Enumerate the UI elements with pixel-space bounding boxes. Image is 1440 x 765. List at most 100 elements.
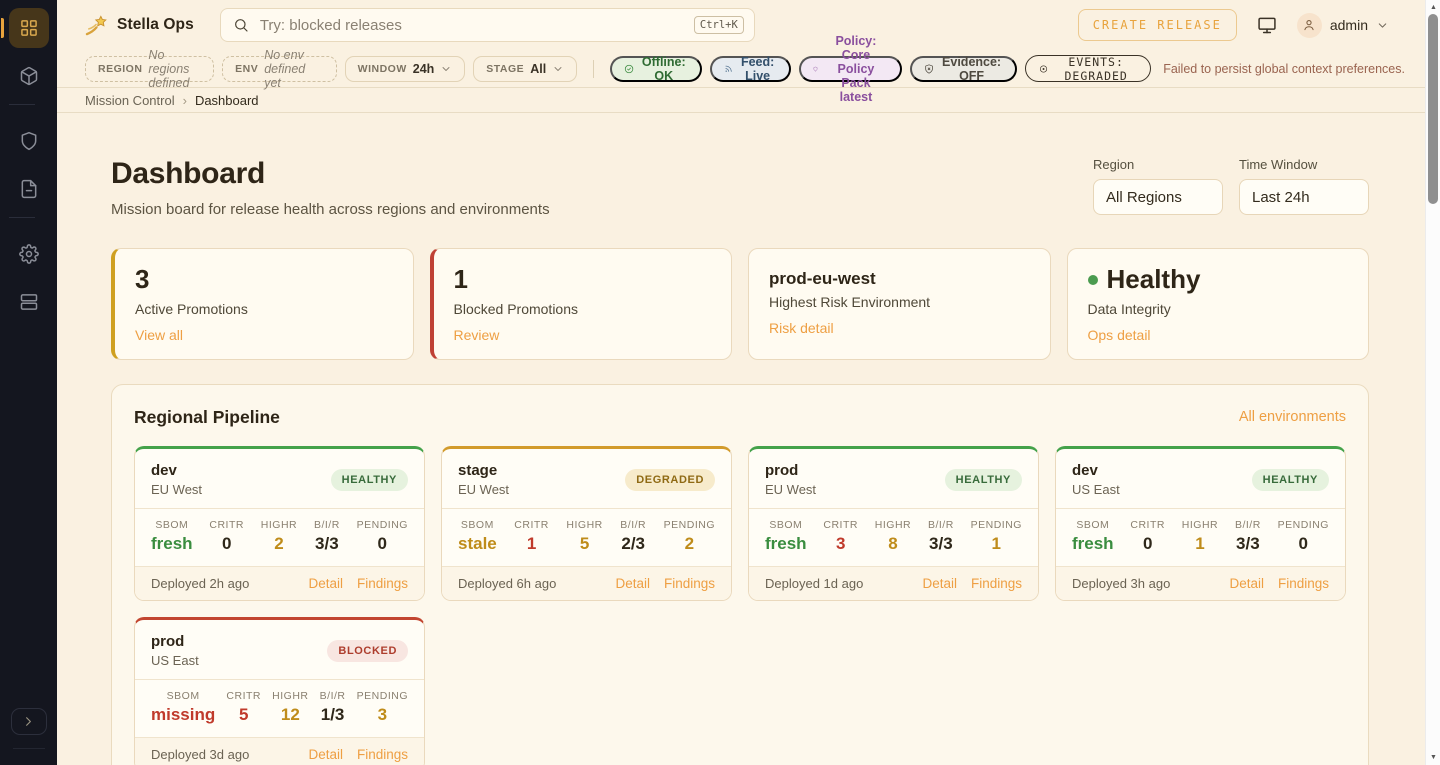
pipeline-stat-pending: PENDING1 (971, 519, 1022, 554)
display-toggle-button[interactable] (1257, 15, 1277, 35)
health-dot (1088, 275, 1098, 285)
stage-context-chip[interactable]: STAGE All (473, 56, 577, 82)
pipeline-stat-b-i-r: B/I/R2/3 (620, 519, 646, 554)
sidebar-item-dashboard[interactable] (9, 8, 49, 48)
pipeline-stat-critr: CRITR5 (226, 690, 261, 725)
review-link[interactable]: Review (454, 327, 500, 343)
pipeline-stat-critr: CRITR0 (209, 519, 244, 554)
region-context-chip[interactable]: REGION No regions defined (85, 56, 214, 82)
region-select[interactable]: All Regions (1093, 179, 1223, 215)
sidebar-expand-button[interactable] (11, 708, 47, 735)
main-area: Stella Ops Ctrl+K CREATE RELEASE admin R… (57, 0, 1425, 765)
brand[interactable]: Stella Ops (85, 14, 194, 37)
sidebar-item-releases[interactable] (9, 56, 49, 96)
view-all-link[interactable]: View all (135, 327, 183, 343)
stats-row: 3 Active Promotions View all 1 Blocked P… (111, 248, 1369, 360)
status-chip-feed[interactable]: Feed: Live (710, 56, 791, 82)
pipeline-card: stage EU West DEGRADED SBOMstaleCRITR1HI… (441, 446, 732, 601)
region-name: EU West (765, 482, 816, 497)
status-badge: HEALTHY (331, 469, 408, 491)
findings-link[interactable]: Findings (664, 576, 715, 591)
pipeline-stat-sbom: SBOMfresh (765, 519, 807, 554)
events-status-pill[interactable]: EVENTS: DEGRADED (1025, 55, 1151, 82)
env-context-chip[interactable]: ENV No env defined yet (222, 56, 337, 82)
panel-title: Regional Pipeline (134, 407, 280, 428)
pipeline-stat-pending: PENDING2 (664, 519, 715, 554)
environment-name: prod (151, 633, 199, 650)
sidebar-item-infrastructure[interactable] (9, 282, 49, 322)
findings-link[interactable]: Findings (357, 747, 408, 762)
rss-icon (724, 62, 733, 76)
page-title: Dashboard (111, 157, 550, 191)
stat-label: Highest Risk Environment (769, 294, 1030, 310)
scroll-up-arrow[interactable]: ▲ (1426, 4, 1440, 11)
pipeline-stat-b-i-r: B/I/R3/3 (928, 519, 954, 554)
detail-link[interactable]: Detail (308, 747, 343, 762)
sidebar-item-documents[interactable] (9, 169, 49, 209)
stat-label: Active Promotions (135, 301, 393, 317)
window-context-chip[interactable]: WINDOW 24h (345, 56, 466, 82)
detail-link[interactable]: Detail (308, 576, 343, 591)
search-icon (233, 17, 249, 33)
chevron-down-icon (1376, 19, 1389, 32)
detail-link[interactable]: Detail (922, 576, 957, 591)
pipeline-stat-highr: HIGHR8 (875, 519, 911, 554)
risk-detail-link[interactable]: Risk detail (769, 320, 834, 336)
card-links: Detail Findings (1229, 576, 1329, 591)
sidebar-item-security[interactable] (9, 121, 49, 161)
server-icon (19, 292, 39, 312)
status-chip-policy[interactable]: Policy: Core Policy Pack latest (799, 56, 902, 82)
stat-card-blocked-promotions: 1 Blocked Promotions Review (430, 248, 733, 360)
pipeline-stats: SBOMfreshCRITR3HIGHR8B/I/R3/3PENDING1 (749, 508, 1038, 566)
file-icon (19, 179, 39, 199)
pipeline-stat-b-i-r: B/I/R1/3 (320, 690, 346, 725)
ops-detail-link[interactable]: Ops detail (1088, 327, 1151, 343)
pipeline-stats: SBOMfreshCRITR0HIGHR2B/I/R3/3PENDING0 (135, 508, 424, 566)
region-name: US East (1072, 482, 1120, 497)
pipeline-stat-sbom: SBOMfresh (151, 519, 193, 554)
breadcrumb-dashboard: Dashboard (195, 93, 259, 108)
global-search[interactable]: Ctrl+K (220, 8, 755, 42)
pipeline-stats: SBOMmissingCRITR5HIGHR12B/I/R1/3PENDING3 (135, 679, 424, 737)
status-badge: DEGRADED (625, 469, 715, 491)
breadcrumb-mission-control[interactable]: Mission Control (85, 93, 175, 108)
sidebar-divider (9, 104, 35, 105)
status-badge: HEALTHY (945, 469, 1022, 491)
shield-icon (19, 131, 39, 151)
deployed-text: Deployed 2h ago (151, 576, 249, 591)
findings-link[interactable]: Findings (357, 576, 408, 591)
stat-card-data-integrity: Healthy Data Integrity Ops detail (1067, 248, 1370, 360)
page-scrollbar[interactable]: ▲ ▼ (1425, 0, 1440, 765)
scroll-down-arrow[interactable]: ▼ (1426, 754, 1440, 761)
detail-link[interactable]: Detail (615, 576, 650, 591)
divider (593, 60, 594, 78)
pipeline-stat-sbom: SBOMmissing (151, 690, 215, 725)
pipeline-stat-b-i-r: B/I/R3/3 (314, 519, 340, 554)
user-name: admin (1330, 17, 1368, 33)
pipeline-stat-b-i-r: B/I/R3/3 (1235, 519, 1261, 554)
create-release-button[interactable]: CREATE RELEASE (1078, 9, 1237, 41)
findings-link[interactable]: Findings (1278, 576, 1329, 591)
monitor-icon (1257, 15, 1277, 35)
status-badge: BLOCKED (327, 640, 408, 662)
findings-link[interactable]: Findings (971, 576, 1022, 591)
pipeline-stat-highr: HIGHR5 (566, 519, 602, 554)
user-menu[interactable]: admin (1297, 13, 1389, 38)
search-input[interactable] (260, 17, 690, 34)
sidebar-item-settings[interactable] (9, 234, 49, 274)
stat-value: 1 (454, 265, 712, 294)
scrollbar-thumb[interactable] (1428, 14, 1438, 204)
detail-link[interactable]: Detail (1229, 576, 1264, 591)
environment-name: prod (765, 462, 816, 479)
stat-card-active-promotions: 3 Active Promotions View all (111, 248, 414, 360)
status-chip-offline[interactable]: Offline: OK (610, 56, 702, 82)
status-chip-evidence[interactable]: Evidence: OFF (910, 56, 1017, 82)
card-links: Detail Findings (922, 576, 1022, 591)
all-environments-link[interactable]: All environments (1239, 409, 1346, 425)
chevron-down-icon (552, 63, 564, 75)
time-window-select[interactable]: Last 24h (1239, 179, 1369, 215)
breadcrumb-separator: › (183, 93, 187, 108)
region-filter-label: Region (1093, 157, 1223, 172)
shield-off-icon (924, 62, 934, 76)
deployed-text: Deployed 1d ago (765, 576, 863, 591)
